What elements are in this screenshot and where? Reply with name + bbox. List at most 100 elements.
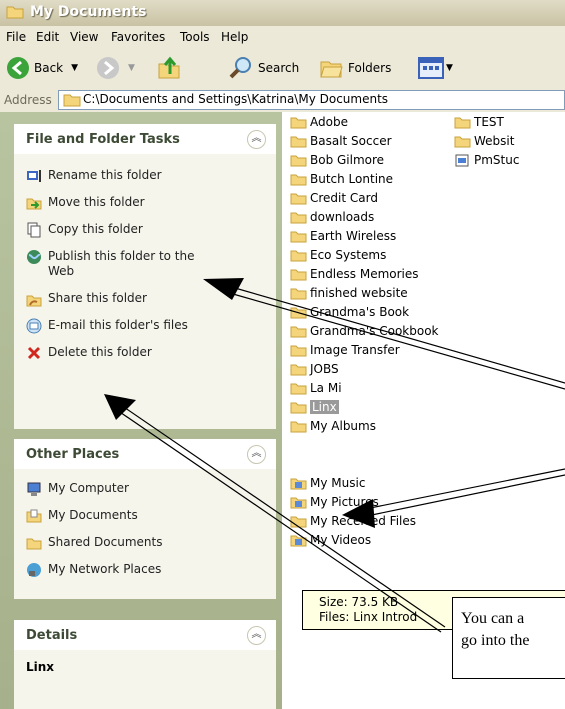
views-icon — [418, 57, 444, 79]
other-places-panel: Other Places ︽ My Computer My Documents … — [14, 439, 276, 599]
file-item[interactable]: finished website — [290, 283, 408, 303]
forward-button[interactable]: ▼ — [96, 54, 135, 82]
place-my-network[interactable]: My Network Places — [26, 562, 161, 582]
address-label: Address — [4, 93, 52, 107]
file-item[interactable]: TEST — [454, 112, 504, 132]
task-share[interactable]: Share this folder — [26, 291, 147, 311]
file-item[interactable]: Butch Lontine — [290, 169, 393, 189]
rename-icon — [27, 170, 41, 182]
folder-icon — [290, 174, 307, 185]
back-button[interactable]: Back ▼ — [6, 54, 78, 82]
folder-icon — [290, 383, 307, 394]
folder-icon — [290, 212, 307, 223]
file-item[interactable]: Image Transfer — [290, 340, 400, 360]
annotation-callout: You can a go into the — [452, 597, 565, 679]
address-bar: Address C:\Documents and Settings\Katrin… — [0, 88, 565, 113]
special-folder-icon — [290, 497, 307, 508]
tooltip-size: Size: 73.5 KB — [319, 595, 399, 609]
menu-help[interactable]: Help — [221, 30, 248, 44]
panel-header[interactable]: Other Places ︽ — [14, 439, 276, 469]
chevron-down-icon[interactable]: ▼ — [71, 63, 78, 73]
file-item[interactable]: Linx — [290, 397, 339, 417]
menu-bar: File Edit View Favorites Tools Help — [0, 26, 565, 49]
folder-icon — [290, 326, 307, 337]
panel-title: Details — [26, 628, 78, 643]
publish-icon — [27, 250, 41, 264]
address-input[interactable]: C:\Documents and Settings\Katrina\My Doc… — [58, 90, 565, 110]
file-item[interactable]: Grandma's Cookbook — [290, 321, 438, 341]
window-title: My Documents — [30, 4, 147, 20]
views-button[interactable]: ▼ — [418, 54, 453, 82]
title-bar: My Documents — [0, 0, 565, 27]
file-item[interactable]: Bob Gilmore — [290, 150, 384, 170]
details-name: Linx — [26, 660, 55, 674]
file-item[interactable]: Credit Card — [290, 188, 378, 208]
file-item[interactable]: Adobe — [290, 112, 348, 132]
file-item[interactable]: Grandma's Book — [290, 302, 409, 322]
collapse-icon[interactable]: ︽ — [247, 626, 266, 645]
menu-tools[interactable]: Tools — [180, 30, 210, 44]
task-rename[interactable]: Rename this folder — [26, 168, 162, 188]
file-item[interactable]: My Music — [290, 473, 365, 493]
file-item[interactable]: My Albums — [290, 416, 376, 436]
file-item[interactable]: My Received Files — [290, 511, 416, 531]
panel-title: Other Places — [26, 447, 120, 462]
file-item[interactable]: downloads — [290, 207, 374, 227]
file-item[interactable]: My Pictures — [290, 492, 379, 512]
file-item[interactable]: Endless Memories — [290, 264, 419, 284]
file-item[interactable]: Eco Systems — [290, 245, 386, 265]
up-button[interactable] — [156, 54, 182, 82]
panel-title: File and Folder Tasks — [26, 132, 180, 147]
menu-file[interactable]: File — [6, 30, 26, 44]
folder-icon — [290, 155, 307, 166]
task-delete[interactable]: Delete this folder — [26, 345, 152, 365]
folder-icon — [290, 307, 307, 318]
file-item[interactable]: PmStuc — [454, 150, 519, 170]
share-icon — [26, 295, 42, 307]
special-folder-icon — [290, 535, 307, 546]
copy-icon — [27, 222, 41, 238]
folder-icon — [290, 231, 307, 242]
collapse-icon[interactable]: ︽ — [247, 445, 266, 464]
details-panel: Details ︽ Linx — [14, 620, 276, 709]
file-item[interactable]: Websit — [454, 131, 514, 151]
menu-favorites[interactable]: Favorites — [111, 30, 165, 44]
task-copy[interactable]: Copy this folder — [26, 222, 143, 242]
folders-button[interactable]: Folders — [318, 54, 391, 82]
menu-edit[interactable]: Edit — [36, 30, 59, 44]
chevron-down-icon[interactable]: ▼ — [128, 63, 135, 73]
computer-icon — [27, 482, 41, 496]
file-item[interactable]: JOBS — [290, 359, 339, 379]
back-arrow-icon — [7, 57, 29, 79]
file-item[interactable]: Basalt Soccer — [290, 131, 392, 151]
task-move[interactable]: Move this folder — [26, 195, 145, 215]
task-pane: File and Folder Tasks ︽ Rename this fold… — [0, 112, 282, 709]
task-publish[interactable]: Publish this folder to the Web — [26, 249, 195, 283]
up-folder-icon — [158, 56, 180, 79]
delete-icon — [27, 346, 41, 360]
address-path: C:\Documents and Settings\Katrina\My Doc… — [83, 92, 389, 106]
place-my-documents[interactable]: My Documents — [26, 508, 138, 528]
collapse-icon[interactable]: ︽ — [247, 130, 266, 149]
file-item[interactable]: La Mi — [290, 378, 342, 398]
file-item[interactable]: Earth Wireless — [290, 226, 396, 246]
folder-icon — [290, 250, 307, 261]
folder-icon — [290, 193, 307, 204]
folder-icon — [290, 364, 307, 375]
panel-header[interactable]: File and Folder Tasks ︽ — [14, 124, 276, 154]
place-my-computer[interactable]: My Computer — [26, 481, 129, 501]
move-icon — [26, 198, 42, 210]
menu-view[interactable]: View — [70, 30, 98, 44]
folder-icon — [290, 136, 307, 147]
chevron-down-icon[interactable]: ▼ — [446, 63, 453, 73]
file-item[interactable]: My Videos — [290, 530, 371, 550]
panel-header[interactable]: Details ︽ — [14, 620, 276, 650]
email-icon — [26, 318, 42, 334]
folder-icon — [454, 136, 471, 147]
task-email[interactable]: E-mail this folder's files — [26, 318, 188, 338]
search-button[interactable]: Search — [228, 54, 299, 82]
folders-icon — [320, 61, 343, 78]
place-shared-documents[interactable]: Shared Documents — [26, 535, 162, 555]
callout-line-2: go into the — [461, 632, 530, 649]
folder-icon — [290, 402, 307, 413]
